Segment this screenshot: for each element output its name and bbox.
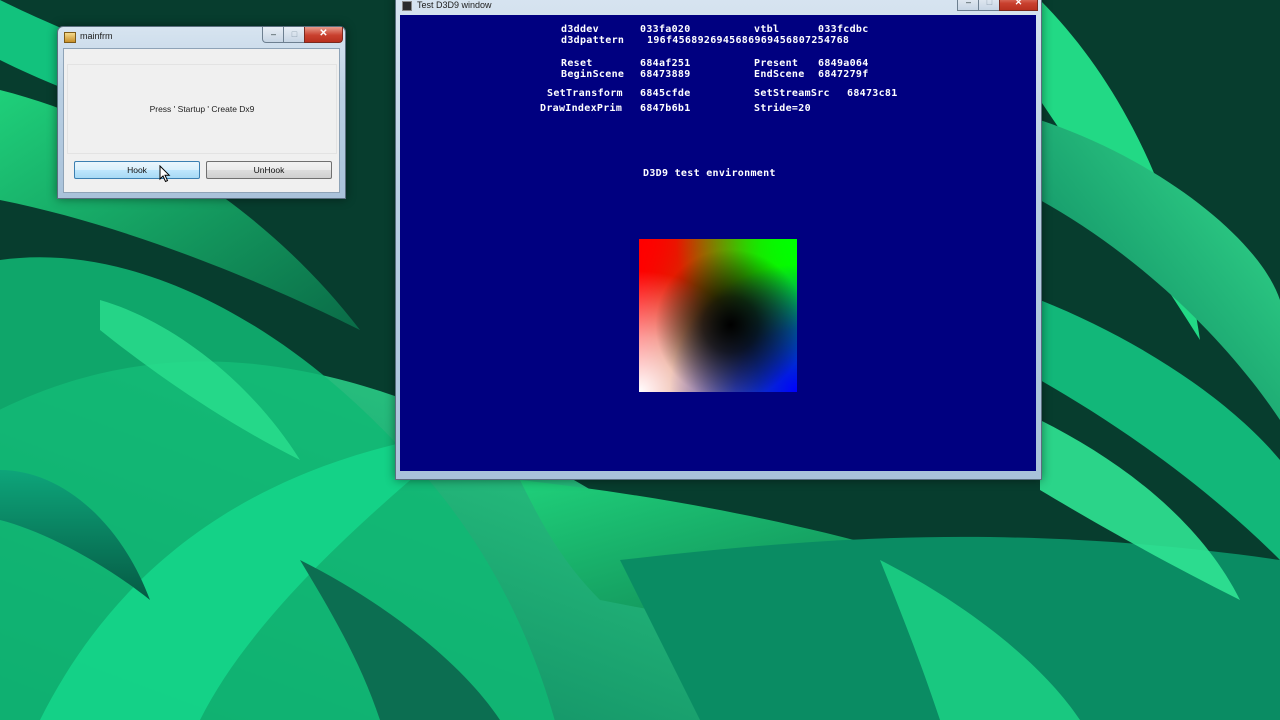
mainfrm-titlebar[interactable]: mainfrm – □ ✕ — [58, 27, 345, 47]
close-button[interactable]: ✕ — [304, 27, 343, 43]
maximize-button[interactable]: □ — [978, 0, 1001, 11]
close-button[interactable]: ✕ — [999, 0, 1038, 11]
present-value: 6849a064 — [818, 58, 869, 69]
d3ddev-value: 033fa020 — [640, 24, 691, 35]
mainfrm-client-area: Press ' Startup ' Create Dx9 Hook UnHook — [63, 48, 340, 193]
hook-button[interactable]: Hook — [74, 161, 200, 179]
d3d9-window-title: Test D3D9 window — [417, 0, 492, 10]
mainfrm-window: mainfrm – □ ✕ Press ' Startup ' Create D… — [57, 26, 346, 199]
beginscene-value: 68473889 — [640, 69, 691, 80]
render-viewport[interactable]: d3ddev 033fa020 vtbl 033fcdbc d3dpattern… — [400, 15, 1036, 471]
mouse-cursor-icon — [159, 165, 171, 183]
endscene-label: EndScene — [754, 69, 805, 80]
beginscene-label: BeginScene — [561, 69, 625, 80]
settransform-value: 6845cfde — [640, 88, 691, 99]
minimize-button[interactable]: – — [262, 27, 285, 43]
environment-title: D3D9 test environment — [643, 168, 776, 179]
setstreamsrc-value: 68473c81 — [847, 88, 898, 99]
status-label: Press ' Startup ' Create Dx9 — [149, 104, 255, 114]
stride-text: Stride=20 — [754, 103, 811, 114]
present-label: Present — [754, 58, 799, 69]
app-icon — [64, 32, 76, 43]
app-icon — [402, 1, 412, 11]
pattern-value: 196f4568926945686969456807254768 — [647, 35, 850, 46]
maximize-button[interactable]: □ — [283, 27, 306, 43]
status-panel: Press ' Startup ' Create Dx9 — [67, 64, 337, 154]
d3d9-titlebar[interactable]: Test D3D9 window – □ ✕ — [396, 0, 1041, 15]
pattern-label: d3dpattern — [561, 35, 625, 46]
reset-value: 684af251 — [640, 58, 691, 69]
drawindexprim-value: 6847b6b1 — [640, 103, 691, 114]
vtbl-value: 033fcdbc — [818, 24, 869, 35]
setstreamsrc-label: SetStreamSrc — [754, 88, 830, 99]
minimize-button[interactable]: – — [957, 0, 980, 11]
mainfrm-title: mainfrm — [80, 31, 113, 41]
color-gradient-quad — [639, 239, 797, 392]
drawindexprim-label: DrawIndexPrim — [540, 103, 623, 114]
reset-label: Reset — [561, 58, 593, 69]
unhook-button[interactable]: UnHook — [206, 161, 332, 179]
d3d9-window: Test D3D9 window – □ ✕ d3ddev 033fa020 v… — [395, 0, 1042, 480]
d3ddev-label: d3ddev — [561, 24, 599, 35]
endscene-value: 6847279f — [818, 69, 869, 80]
vtbl-label: vtbl — [754, 24, 780, 35]
settransform-label: SetTransform — [547, 88, 623, 99]
